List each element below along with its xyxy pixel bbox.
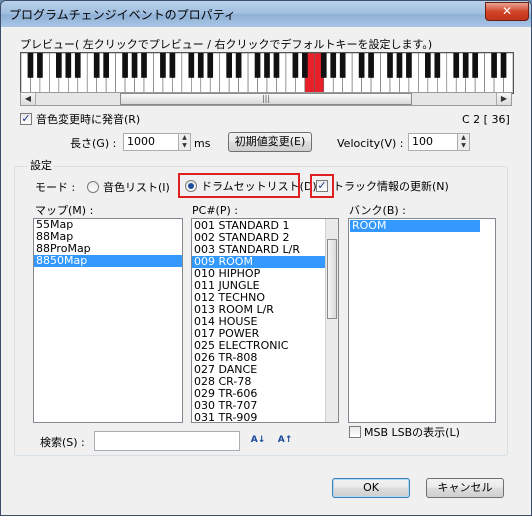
length-label: 長さ(G) : bbox=[70, 137, 117, 150]
map-list-items: 55Map 88Map 88ProMap 8850Map bbox=[34, 219, 182, 267]
black-key[interactable] bbox=[368, 53, 374, 78]
black-key[interactable] bbox=[169, 53, 176, 78]
black-key[interactable] bbox=[425, 53, 431, 78]
bank-list-item[interactable]: ROOM bbox=[350, 220, 480, 232]
black-key[interactable] bbox=[188, 53, 195, 78]
map-label: マップ(M) : bbox=[35, 204, 94, 217]
black-key[interactable] bbox=[434, 53, 441, 78]
black-key[interactable] bbox=[226, 53, 232, 78]
black-key[interactable] bbox=[37, 53, 43, 78]
length-spinner[interactable]: ▲ ▼ bbox=[178, 133, 191, 151]
black-key[interactable] bbox=[235, 53, 242, 78]
map-list-item[interactable]: 8850Map bbox=[34, 255, 182, 267]
cancel-button[interactable]: キャンセル bbox=[426, 478, 504, 498]
track-update-checkbox[interactable]: ✓ bbox=[316, 180, 328, 192]
msb-lsb-label: MSB LSBの表示(L) bbox=[364, 426, 460, 439]
spin-up-icon[interactable]: ▲ bbox=[179, 134, 190, 142]
map-listbox[interactable]: 55Map 88Map 88ProMap 8850Map bbox=[33, 218, 183, 423]
title-bar: プログラムチェンジイベントのプロパティ ✕ bbox=[1, 1, 531, 27]
black-key[interactable] bbox=[207, 53, 214, 78]
black-key[interactable] bbox=[406, 53, 412, 78]
black-key[interactable] bbox=[141, 53, 147, 78]
velocity-input[interactable]: 100 bbox=[408, 133, 458, 151]
black-key[interactable] bbox=[472, 53, 478, 78]
bank-list-items: ROOM bbox=[350, 220, 480, 232]
black-key[interactable] bbox=[358, 53, 365, 78]
black-key[interactable] bbox=[462, 53, 469, 78]
drum-list-label: ドラムセットリスト(D) bbox=[201, 180, 317, 193]
black-key[interactable] bbox=[302, 53, 308, 78]
window-title: プログラムチェンジイベントのプロパティ bbox=[9, 8, 236, 22]
search-input[interactable] bbox=[94, 431, 240, 451]
reset-default-button[interactable]: 初期値変更(E) bbox=[228, 132, 312, 152]
scroll-left-button[interactable]: ◀ bbox=[21, 93, 36, 105]
velocity-label: Velocity(V) : bbox=[337, 137, 404, 150]
black-key[interactable] bbox=[27, 53, 34, 78]
track-update-label: トラック情報の更新(N) bbox=[333, 180, 449, 193]
tone-list-label: 音色リスト(I) bbox=[103, 181, 170, 194]
black-key[interactable] bbox=[93, 53, 100, 78]
black-key[interactable] bbox=[197, 53, 204, 78]
black-key[interactable] bbox=[292, 53, 299, 78]
black-key[interactable] bbox=[122, 53, 128, 78]
black-key[interactable] bbox=[453, 53, 460, 78]
black-key[interactable] bbox=[56, 53, 62, 78]
pc-list-items: 001 STANDARD 1 002 STANDARD 2 003 STANDARD… bbox=[192, 220, 325, 423]
black-key[interactable] bbox=[396, 53, 403, 78]
find-next-icon[interactable]: A↓ bbox=[249, 433, 267, 447]
velocity-spinner[interactable]: ▲ ▼ bbox=[457, 133, 470, 151]
black-key[interactable] bbox=[491, 53, 497, 78]
close-button[interactable]: ✕ bbox=[485, 2, 529, 21]
sound-on-change-label: 音色変更時に発音(R) bbox=[36, 113, 141, 126]
black-key[interactable] bbox=[500, 53, 507, 78]
bank-label: バンク(B) : bbox=[349, 204, 406, 217]
mode-label: モード : bbox=[35, 181, 76, 194]
black-key[interactable] bbox=[273, 53, 280, 78]
find-prev-icon[interactable]: A↑ bbox=[276, 433, 294, 447]
black-key[interactable] bbox=[74, 53, 81, 78]
spin-down-icon[interactable]: ▼ bbox=[458, 142, 469, 150]
settings-group-label: 設定 bbox=[28, 159, 54, 172]
spin-down-icon[interactable]: ▼ bbox=[179, 142, 190, 150]
note-readout: C 2 [ 36] bbox=[462, 113, 510, 126]
black-key[interactable] bbox=[264, 53, 270, 78]
pc-scrollbar[interactable] bbox=[325, 219, 338, 422]
length-input[interactable]: 1000 bbox=[123, 133, 179, 151]
tone-list-radio[interactable] bbox=[87, 181, 99, 193]
bank-listbox[interactable]: ROOM bbox=[348, 218, 496, 423]
black-key[interactable] bbox=[160, 53, 166, 78]
msb-lsb-checkbox[interactable] bbox=[349, 426, 361, 438]
black-key[interactable] bbox=[103, 53, 109, 78]
spin-up-icon[interactable]: ▲ bbox=[458, 134, 469, 142]
scroll-right-button[interactable]: ▶ bbox=[496, 93, 511, 105]
piano-keyboard[interactable] bbox=[20, 52, 514, 94]
pc-listbox[interactable]: 001 STANDARD 1 002 STANDARD 2 003 STANDARD… bbox=[191, 218, 339, 423]
preview-label: プレビュー( 左クリックでプレビュー / 右クリックでデフォルトキーを設定します… bbox=[20, 38, 433, 51]
black-key[interactable] bbox=[254, 53, 261, 78]
pc-list-item[interactable]: 031 TR-909 bbox=[192, 412, 325, 423]
black-key[interactable] bbox=[387, 53, 393, 78]
piano-keys[interactable] bbox=[20, 52, 514, 94]
sound-on-change-checkbox[interactable]: ✓ bbox=[20, 113, 32, 125]
pc-scroll-thumb[interactable] bbox=[327, 239, 337, 319]
black-key[interactable] bbox=[330, 53, 337, 78]
black-key[interactable] bbox=[65, 53, 72, 78]
length-unit: ms bbox=[194, 137, 211, 150]
ok-button[interactable]: OK bbox=[332, 478, 410, 498]
black-key[interactable] bbox=[131, 53, 138, 78]
drum-list-radio[interactable] bbox=[185, 180, 197, 192]
black-key[interactable] bbox=[320, 53, 327, 78]
pc-label: PC#(P) : bbox=[192, 204, 238, 217]
scroll-thumb[interactable]: ||| bbox=[120, 93, 412, 105]
keyboard-scrollbar[interactable]: ◀ ||| ▶ bbox=[20, 92, 512, 106]
search-label: 検索(S) : bbox=[40, 436, 85, 449]
black-key[interactable] bbox=[339, 53, 346, 78]
